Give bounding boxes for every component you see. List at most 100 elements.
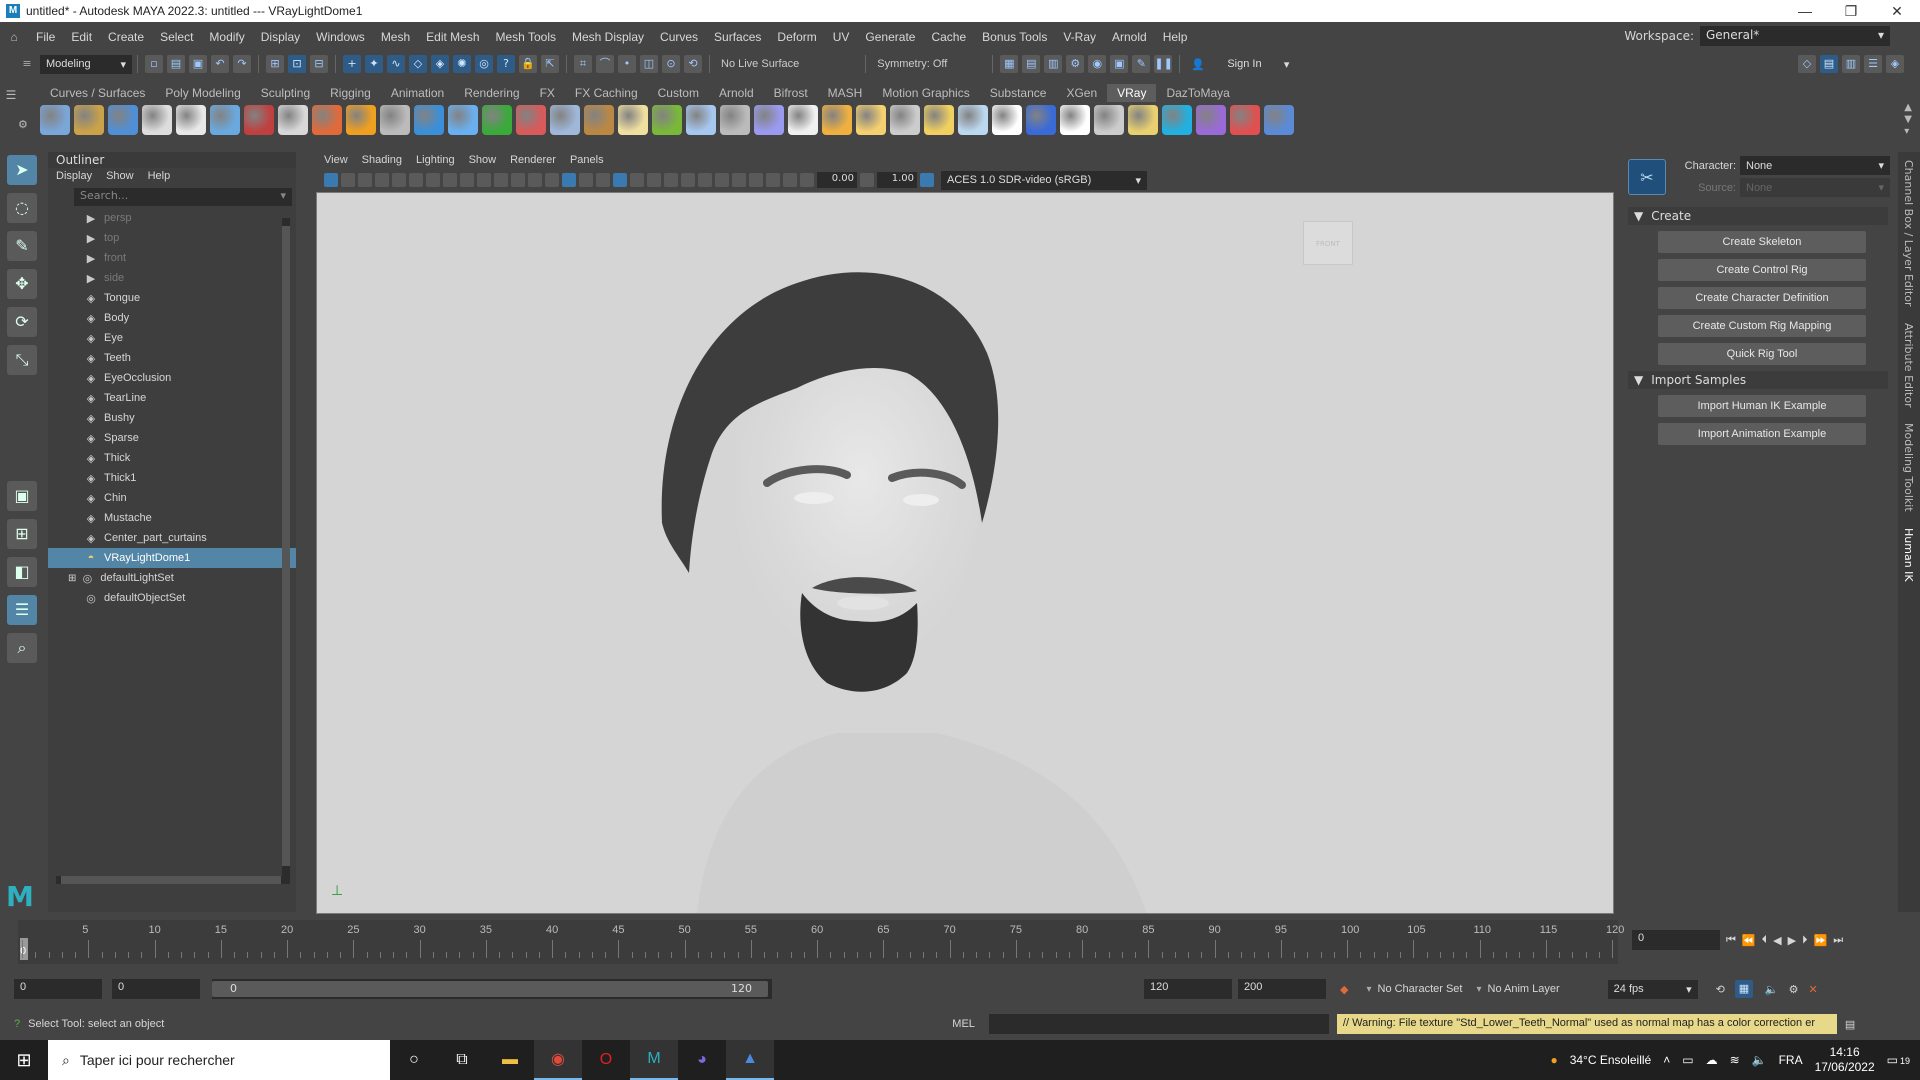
import-animation-example-button[interactable]: Import Animation Example (1658, 423, 1866, 445)
color-management-icon[interactable] (920, 173, 934, 187)
shelf-tab-mash[interactable]: MASH (818, 84, 873, 102)
vray-shelf-tool-icon[interactable] (1230, 105, 1260, 135)
vray-shelf-tool-icon[interactable] (414, 105, 444, 135)
layer-editor-icon[interactable]: ◈ (1886, 55, 1904, 73)
menu-create[interactable]: Create (100, 30, 152, 44)
select-by-render-icon[interactable]: ◎ (475, 55, 493, 73)
shelf-tab-fx[interactable]: FX (530, 84, 565, 102)
menu-arnold[interactable]: Arnold (1104, 30, 1155, 44)
menu-windows[interactable]: Windows (308, 30, 373, 44)
chevron-up-icon[interactable]: ˄ (1663, 1053, 1670, 1067)
range-slider[interactable]: 0 120 (212, 979, 772, 999)
vray-shelf-tool-icon[interactable] (1060, 105, 1090, 135)
minimize-button[interactable]: — (1782, 3, 1828, 20)
step-forward-frame-icon[interactable]: ⏵ (1802, 933, 1808, 947)
select-camera-icon[interactable] (324, 173, 338, 187)
wifi-icon[interactable]: ≋ (1730, 1053, 1740, 1067)
modeling-toolkit-tab[interactable]: Modeling Toolkit (1902, 415, 1915, 520)
lasso-tool-icon[interactable]: ◌ (7, 193, 37, 223)
hypershade-icon[interactable]: ◉ (1088, 55, 1107, 73)
vray-shelf-tool-icon[interactable] (176, 105, 206, 135)
new-scene-icon[interactable]: ▫ (145, 55, 163, 73)
vray-shelf-tool-icon[interactable] (1128, 105, 1158, 135)
shelf-tab-sculpting[interactable]: Sculpting (251, 84, 320, 102)
range-slider-handle[interactable] (212, 981, 768, 997)
shelf-menu-icon[interactable]: ☰ (0, 88, 22, 102)
notifications-icon[interactable]: ▭ 19 (1887, 1053, 1910, 1067)
shelf-tab-rendering[interactable]: Rendering (454, 84, 529, 102)
select-by-handle-icon[interactable]: + (343, 55, 361, 73)
shelf-tab-poly-modeling[interactable]: Poly Modeling (155, 84, 250, 102)
shelf-tab-vray[interactable]: VRay (1107, 84, 1157, 102)
vray-shelf-tool-icon[interactable] (1264, 105, 1294, 135)
vray-shelf-tool-icon[interactable] (652, 105, 682, 135)
grid-icon[interactable] (426, 173, 440, 187)
fps-dropdown[interactable]: 24 fps ▾ (1607, 979, 1698, 999)
open-scene-icon[interactable]: ▤ (167, 55, 185, 73)
clock[interactable]: 14:16 17/06/2022 (1815, 1045, 1875, 1075)
play-backwards-icon[interactable]: ◀ (1773, 934, 1781, 947)
close-button[interactable]: ✕ (1874, 3, 1920, 20)
grease-pencil-icon[interactable] (409, 173, 423, 187)
outliner-item[interactable]: ◈ Center_part_curtains (48, 528, 296, 548)
vray-shelf-tool-icon[interactable] (278, 105, 308, 135)
viewport-menu-show[interactable]: Show (469, 154, 497, 168)
hik-character-icon[interactable]: ✂ (1628, 158, 1666, 195)
create-control-rig-button[interactable]: Create Control Rig (1658, 259, 1866, 281)
outliner-item[interactable]: ◎ defaultObjectSet (48, 588, 296, 608)
arnold-render-icon[interactable]: ✎ (1132, 55, 1151, 73)
chevron-down-icon[interactable]: ▾ (1366, 984, 1371, 995)
source-dropdown[interactable]: None ▾ (1740, 178, 1890, 197)
shelf-tab-daztomaya[interactable]: DazToMaya (1156, 84, 1239, 102)
render-frame-icon[interactable]: ▦ (1000, 55, 1019, 73)
script-editor-icon[interactable]: ▤ (1845, 1018, 1855, 1031)
select-tool-icon[interactable]: ➤ (7, 155, 37, 185)
redo-icon[interactable]: ↷ (233, 55, 251, 73)
shelf-tab-bifrost[interactable]: Bifrost (764, 84, 818, 102)
field-chart-icon[interactable] (494, 173, 508, 187)
xray-components-icon[interactable] (783, 173, 797, 187)
vray-shelf-tool-icon[interactable] (754, 105, 784, 135)
workspace-dropdown[interactable]: General* ▾ (1700, 26, 1890, 46)
step-back-key-icon[interactable]: ⏪ (1742, 934, 1756, 947)
play-forwards-icon[interactable]: ▶ (1788, 934, 1796, 947)
vray-shelf-tool-icon[interactable] (108, 105, 138, 135)
gate-mask-icon[interactable] (477, 173, 491, 187)
view-transform-dropdown[interactable]: ACES 1.0 SDR-video (sRGB) ▾ (941, 170, 1147, 190)
safe-title-icon[interactable] (528, 173, 542, 187)
menu-bonus-tools[interactable]: Bonus Tools (974, 30, 1055, 44)
vray-shelf-tool-icon[interactable] (142, 105, 172, 135)
render-view-icon[interactable]: ▣ (1110, 55, 1129, 73)
highlight-icon[interactable]: ⇱ (541, 55, 559, 73)
shelf-tab-fx-caching[interactable]: FX Caching (565, 84, 648, 102)
shelf-settings-icon[interactable]: ⚙ (18, 118, 28, 131)
viewport-menu-lighting[interactable]: Lighting (416, 154, 455, 168)
outliner-item[interactable]: ▶ persp (48, 208, 296, 228)
weather-text[interactable]: 34°C Ensoleillé (1570, 1053, 1652, 1067)
menu-vray[interactable]: V-Ray (1055, 30, 1104, 44)
outliner-item[interactable]: ▶ side (48, 268, 296, 288)
time-slider[interactable]: 0 5 10 15 20 25 30 35 40 45 50 55 60 65 70 75 80 85 90 95 1… (18, 920, 1624, 964)
language-indicator[interactable]: FRA (1779, 1053, 1803, 1067)
outliner-item[interactable]: ◈ Tongue (48, 288, 296, 308)
select-by-dynamic-icon[interactable]: ✺ (453, 55, 471, 73)
shelf-tab-curves-surfaces[interactable]: Curves / Surfaces (40, 84, 155, 102)
viewport-menu-panels[interactable]: Panels (570, 154, 604, 168)
outliner-item[interactable]: ◈ Bushy (48, 408, 296, 428)
ipr-icon[interactable]: ▥ (1044, 55, 1063, 73)
menu-mesh-tools[interactable]: Mesh Tools (488, 30, 564, 44)
vray-shelf-tool-icon[interactable] (788, 105, 818, 135)
camera-attributes-icon[interactable] (341, 173, 355, 187)
search-icon[interactable]: ⌕ (7, 633, 37, 663)
opera-icon[interactable]: O (582, 1040, 630, 1080)
resolution-gate-icon[interactable] (460, 173, 474, 187)
taskbar-search-box[interactable]: ⌕ Taper ici pour rechercher (48, 1040, 390, 1080)
home-icon[interactable]: ⌂ (0, 30, 28, 44)
outliner-item[interactable]: ◈ Eye (48, 328, 296, 348)
import-human-ik-example-button[interactable]: Import Human IK Example (1658, 395, 1866, 417)
render-sequence-icon[interactable]: ▤ (1022, 55, 1041, 73)
paint-select-tool-icon[interactable]: ✎ (7, 231, 37, 261)
vray-shelf-tool-icon[interactable] (380, 105, 410, 135)
viewport-canvas[interactable]: FRONT ⊥ (316, 192, 1614, 914)
shelf-tab-rigging[interactable]: Rigging (320, 84, 381, 102)
